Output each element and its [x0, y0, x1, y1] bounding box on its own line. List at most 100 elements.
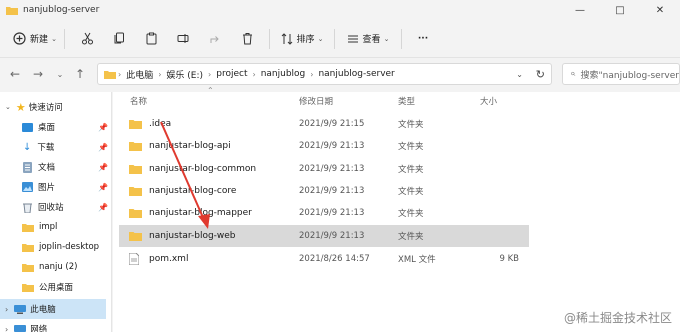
back-button[interactable]: ←	[5, 64, 25, 84]
navigation-bar: ← → ⌄ ↑ › 此电脑 › 娱乐 (E:) › project › nanj…	[0, 58, 680, 90]
sidebar-item-network[interactable]: › 网络	[0, 319, 112, 332]
sidebar-item-label: impl	[39, 222, 58, 232]
breadcrumb-nanjublog[interactable]: nanjublog	[261, 69, 306, 79]
maximize-button[interactable]: □	[600, 0, 640, 20]
cut-button[interactable]	[71, 26, 103, 52]
view-list-icon	[347, 35, 358, 42]
sort-icon	[281, 32, 292, 45]
document-icon	[23, 161, 32, 173]
sidebar-item-label: 图片	[38, 183, 56, 193]
chevron-down-icon: ⌄	[383, 34, 390, 43]
copy-button[interactable]	[103, 26, 135, 52]
file-list: 名称 ⌃ 修改日期 类型 大小 .idea 2021/9/9 21:15 文件夹…	[113, 86, 680, 332]
folder-icon	[22, 243, 34, 252]
chevron-down-icon: ⌄	[51, 34, 57, 43]
sidebar-item-recycle-bin[interactable]: 回收站 📌	[0, 197, 112, 217]
paste-button[interactable]	[135, 26, 167, 52]
divider	[334, 28, 335, 49]
search-icon	[571, 71, 576, 76]
rename-button[interactable]	[167, 26, 199, 52]
view-button[interactable]: 查看 ⌄	[341, 26, 395, 52]
pin-icon[interactable]: 📌	[98, 143, 108, 152]
divider	[401, 28, 402, 49]
sidebar-item-label: 此电脑	[30, 305, 56, 315]
up-button[interactable]: ↑	[70, 64, 90, 84]
chevron-right-icon: ›	[5, 304, 9, 314]
delete-button[interactable]	[231, 26, 263, 52]
copy-icon	[114, 32, 124, 44]
navigation-pane: ⌄ ★ 快速访问 桌面 📌 ↓ 下载 📌 文档 📌 图片 📌 回收站 📌 imp…	[0, 92, 112, 332]
more-button[interactable]: ···	[408, 26, 438, 52]
view-label: 查看	[362, 35, 381, 45]
sidebar-item-impl[interactable]: impl	[0, 217, 112, 237]
chevron-right-icon: ›	[158, 69, 162, 79]
folder-icon	[22, 283, 34, 292]
breadcrumb-nanjublog-server[interactable]: nanjublog-server	[318, 69, 394, 79]
recent-dropdown-button[interactable]: ⌄	[50, 64, 70, 84]
sort-button[interactable]: 排序 ⌄	[276, 26, 328, 52]
sidebar-item-label: nanju (2)	[39, 262, 78, 272]
share-icon	[210, 36, 219, 43]
sidebar-item-documents[interactable]: 文档 📌	[0, 157, 112, 177]
address-dropdown-icon[interactable]: ⌄	[516, 70, 523, 79]
folder-icon	[104, 70, 116, 79]
chevron-right-icon: ›	[252, 69, 256, 79]
rename-icon	[177, 34, 188, 43]
refresh-icon[interactable]: ↻	[536, 68, 545, 81]
search-box[interactable]: 搜索"nanjublog-server	[562, 63, 680, 85]
address-bar[interactable]: › 此电脑 › 娱乐 (E:) › project › nanjublog › …	[97, 63, 552, 85]
sidebar-item-desktop[interactable]: 桌面 📌	[0, 117, 112, 137]
divider	[269, 28, 270, 49]
download-icon: ↓	[23, 141, 32, 153]
sidebar-item-label: 网络	[30, 325, 48, 332]
sidebar-item-label: 回收站	[38, 203, 64, 213]
sidebar-item-pictures[interactable]: 图片 📌	[0, 177, 112, 197]
sidebar-item-label: 公用桌面	[39, 283, 74, 293]
pin-icon[interactable]: 📌	[98, 123, 108, 132]
share-button[interactable]	[199, 26, 231, 52]
sort-label: 排序	[296, 35, 315, 45]
forward-button[interactable]: →	[28, 64, 48, 84]
minimize-button[interactable]: —	[560, 0, 600, 20]
breadcrumb-this-pc[interactable]: 此电脑	[126, 68, 153, 81]
computer-icon	[14, 304, 27, 314]
clipboard-icon	[146, 32, 156, 45]
sidebar-item-public-desktop[interactable]: 公用桌面	[0, 277, 112, 297]
command-bar: 新建 ⌄ 排序 ⌄ 查看 ⌄ ···	[0, 20, 680, 58]
sidebar-item-joplin-desktop[interactable]: joplin-desktop	[0, 237, 112, 257]
star-icon: ★	[15, 100, 26, 114]
desktop-icon	[22, 122, 33, 132]
title-bar: nanjublog-server — □ ✕	[0, 0, 680, 20]
picture-icon	[22, 182, 33, 192]
trash-icon	[242, 33, 252, 45]
sidebar-item-this-pc[interactable]: › 此电脑	[0, 299, 106, 319]
sidebar-item-quick-access[interactable]: ⌄ ★ 快速访问	[0, 97, 112, 117]
chevron-right-icon: ›	[118, 69, 122, 79]
pin-icon[interactable]: 📌	[98, 203, 108, 212]
plus-circle-icon	[13, 32, 26, 45]
folder-icon	[22, 223, 34, 232]
chevron-down-icon: ⌄	[317, 34, 324, 43]
search-placeholder: 搜索"nanjublog-server	[580, 70, 679, 81]
chevron-down-icon: ⌄	[5, 103, 11, 111]
breadcrumb-project[interactable]: project	[216, 69, 247, 79]
divider	[64, 28, 65, 49]
new-button[interactable]: 新建 ⌄	[12, 26, 58, 52]
sidebar-item-label: 桌面	[38, 123, 56, 133]
sidebar-item-label: 快速访问	[28, 103, 63, 113]
chevron-right-icon: ›	[310, 69, 314, 79]
sidebar-item-downloads[interactable]: ↓ 下载 📌	[0, 137, 112, 157]
sidebar-item-nanju[interactable]: nanju (2)	[0, 257, 112, 277]
new-label: 新建	[30, 35, 49, 45]
pin-icon[interactable]: 📌	[98, 163, 108, 172]
sidebar-item-label: 下载	[37, 143, 55, 153]
close-button[interactable]: ✕	[640, 0, 680, 20]
folder-icon	[6, 6, 18, 15]
breadcrumb-drive[interactable]: 娱乐 (E:)	[166, 68, 203, 81]
pin-icon[interactable]: 📌	[98, 183, 108, 192]
recycle-bin-icon	[23, 203, 32, 213]
folder-icon	[22, 263, 34, 272]
sidebar-item-label: 文档	[38, 163, 56, 173]
sidebar-item-label: joplin-desktop	[39, 242, 100, 252]
chevron-right-icon: ›	[208, 69, 212, 79]
